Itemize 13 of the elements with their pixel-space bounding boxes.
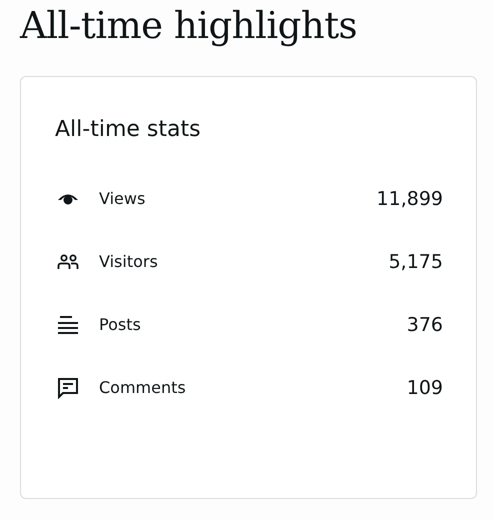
stat-value: 109 bbox=[406, 376, 443, 398]
card-title: All-time stats bbox=[55, 117, 202, 142]
stat-label: Posts bbox=[99, 315, 142, 334]
lines-icon bbox=[55, 314, 81, 334]
stat-value: 5,175 bbox=[388, 250, 443, 272]
stat-label: Comments bbox=[99, 378, 187, 397]
stat-label: Visitors bbox=[99, 252, 159, 271]
page-title: All-time highlights bbox=[20, 3, 358, 49]
stat-value: 376 bbox=[406, 314, 443, 336]
comment-icon bbox=[55, 376, 81, 398]
stat-label: Views bbox=[99, 189, 146, 208]
people-icon bbox=[55, 254, 81, 270]
stat-value: 11,899 bbox=[376, 188, 443, 210]
